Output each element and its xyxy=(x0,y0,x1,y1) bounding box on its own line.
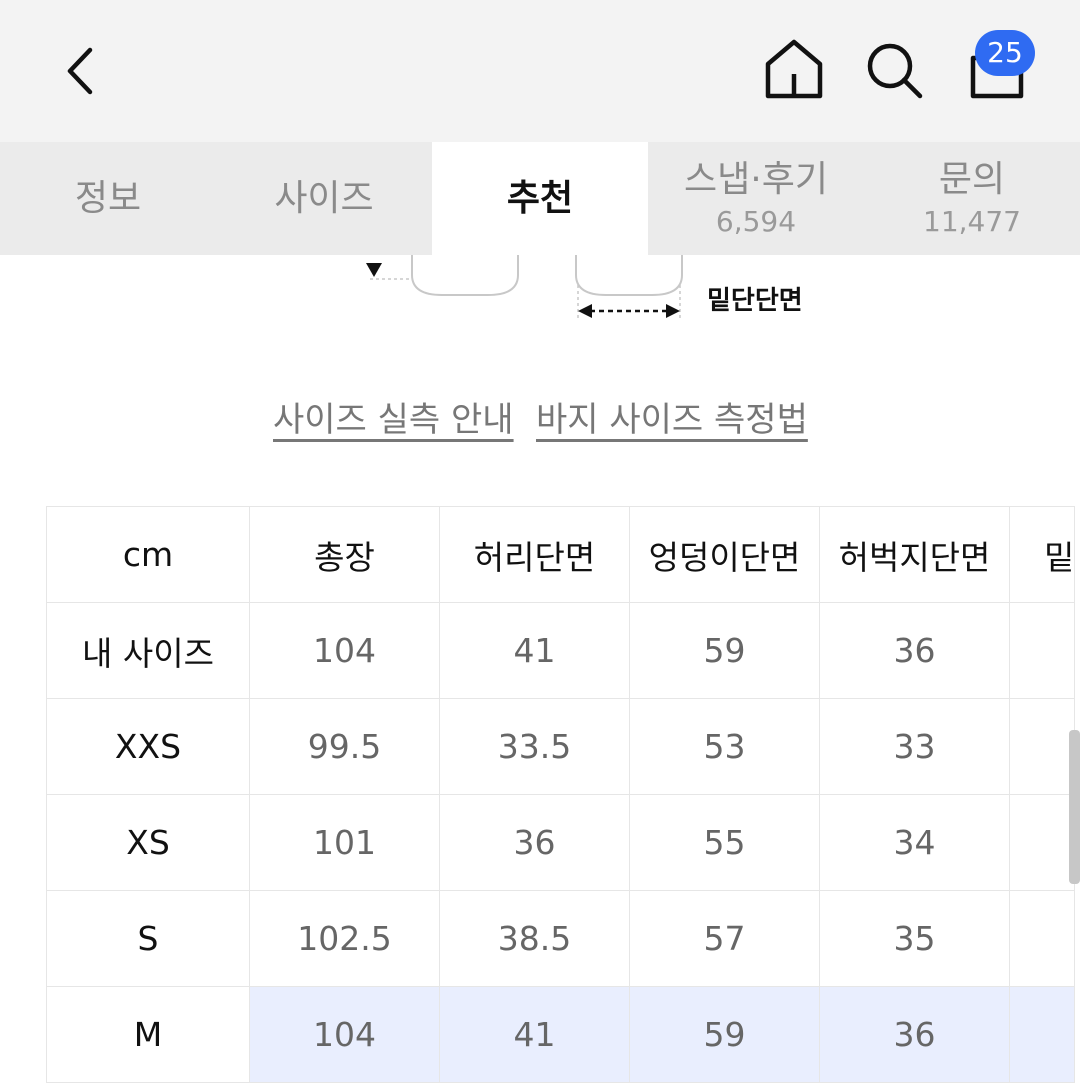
table-cell: 36 xyxy=(819,986,1010,1083)
column-header: 총장 xyxy=(249,506,440,603)
table-cell xyxy=(1008,794,1076,891)
table-cell: 102.5 xyxy=(249,890,440,987)
column-header: cm xyxy=(46,506,250,603)
table-cell: 34 xyxy=(819,794,1010,891)
horizontal-scroll-indicator[interactable] xyxy=(1069,730,1080,884)
tab-label: 사이즈 xyxy=(274,177,374,219)
row-label: S xyxy=(46,890,250,987)
row-label: XS xyxy=(46,794,250,891)
arrow-left-icon xyxy=(578,304,592,318)
table-cell xyxy=(1008,890,1076,987)
size-table: cm 총장 허리단면 엉덩이단면 허벅지단면 밑 내 사이즈 104 41 59… xyxy=(46,506,1076,1083)
table-cell xyxy=(1008,986,1076,1083)
tab-info[interactable]: 정보 xyxy=(0,142,216,255)
back-button[interactable] xyxy=(52,36,112,106)
arrow-down-icon xyxy=(366,263,382,277)
table-cell: 35 xyxy=(819,890,1010,987)
table-cell xyxy=(1008,698,1076,795)
tab-bar: 정보 사이즈 추천 스냅·후기 6,594 문의 11,477 xyxy=(0,142,1080,255)
table-cell: 41 xyxy=(439,602,630,699)
tab-count: 6,594 xyxy=(715,204,797,238)
tab-label: 추천 xyxy=(506,177,574,219)
table-cell: 57 xyxy=(629,890,820,987)
table-row: XXS 99.5 33.5 53 33 xyxy=(46,698,1076,795)
table-row: 내 사이즈 104 41 59 36 xyxy=(46,602,1076,699)
tab-label: 정보 xyxy=(74,177,142,219)
measure-method-link[interactable]: 바지 사이즈 측정법 xyxy=(536,392,808,441)
table-cell: 104 xyxy=(249,986,440,1083)
tab-snap-review[interactable]: 스냅·후기 6,594 xyxy=(648,142,864,255)
hem-width-label: 밑단단면 xyxy=(707,286,803,316)
table-cell: 36 xyxy=(439,794,630,891)
table-cell xyxy=(1008,602,1076,699)
column-header: 허벅지단면 xyxy=(819,506,1010,603)
table-cell: 104 xyxy=(249,602,440,699)
column-header: 엉덩이단면 xyxy=(629,506,820,603)
table-cell: 53 xyxy=(629,698,820,795)
tab-size[interactable]: 사이즈 xyxy=(216,142,432,255)
table-cell: 38.5 xyxy=(439,890,630,987)
row-label: 내 사이즈 xyxy=(46,602,250,699)
tab-label: 문의 xyxy=(938,158,1006,200)
table-cell: 99.5 xyxy=(249,698,440,795)
table-cell: 36 xyxy=(819,602,1010,699)
cart-count-badge: 25 xyxy=(975,30,1035,76)
tab-recommend[interactable]: 추천 xyxy=(432,142,648,255)
table-header-row: cm 총장 허리단면 엉덩이단면 허벅지단면 밑 xyxy=(46,506,1076,603)
column-header: 밑 xyxy=(1008,506,1076,603)
tab-inquiry[interactable]: 문의 11,477 xyxy=(864,142,1080,255)
table-row-highlighted: M 104 41 59 36 xyxy=(46,986,1076,1083)
search-button[interactable] xyxy=(862,38,928,104)
size-guide-link[interactable]: 사이즈 실측 안내 xyxy=(273,392,514,441)
home-icon xyxy=(765,39,823,99)
column-header: 허리단면 xyxy=(439,506,630,603)
table-cell: 59 xyxy=(629,986,820,1083)
home-button[interactable] xyxy=(760,34,828,104)
table-cell: 33 xyxy=(819,698,1010,795)
top-bar: 25 xyxy=(0,0,1080,142)
tab-label: 스냅·후기 xyxy=(684,158,828,200)
chevron-left-icon xyxy=(67,47,93,95)
table-cell: 41 xyxy=(439,986,630,1083)
search-icon xyxy=(867,43,923,99)
tab-count: 11,477 xyxy=(923,204,1021,238)
arrow-right-icon xyxy=(666,304,680,318)
table-row: XS 101 36 55 34 xyxy=(46,794,1076,891)
row-label: M xyxy=(46,986,250,1083)
table-cell: 101 xyxy=(249,794,440,891)
table-cell: 33.5 xyxy=(439,698,630,795)
table-row: S 102.5 38.5 57 35 xyxy=(46,890,1076,987)
table-cell: 59 xyxy=(629,602,820,699)
row-label: XXS xyxy=(46,698,250,795)
table-cell: 55 xyxy=(629,794,820,891)
